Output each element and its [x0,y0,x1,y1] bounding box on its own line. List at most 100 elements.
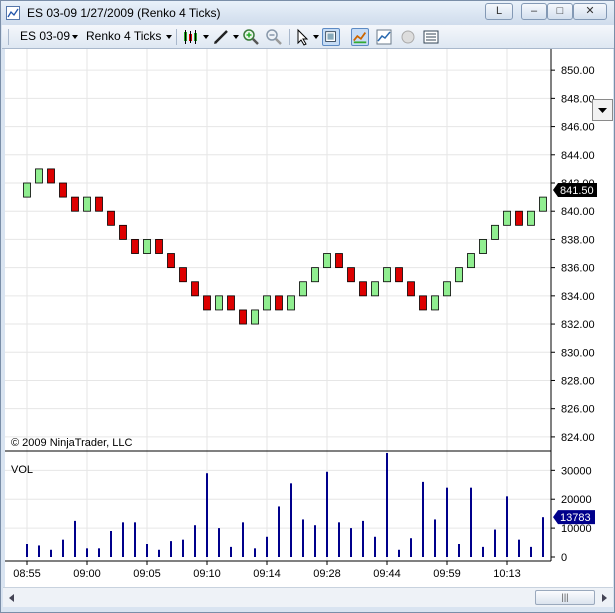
renko-brick-up [299,281,307,297]
renko-brick-down [359,281,367,297]
instrument-selector[interactable]: ES 03-09 [20,29,70,43]
indicators-icon[interactable] [351,28,369,46]
volume-bar [290,483,292,557]
title-bar[interactable]: ES 03-09 1/27/2009 (Renko 4 Ticks) L – □… [1,1,614,25]
volume-bar [398,549,400,557]
scroll-right-icon[interactable] [597,591,611,605]
scroll-left-icon[interactable] [5,591,19,605]
renko-brick-down [47,168,55,184]
volume-bar [194,525,196,557]
instrument-dropdown-icon[interactable] [72,35,78,39]
volume-bar [206,473,208,557]
renko-bricks [23,168,547,325]
renko-brick-down [155,239,163,254]
renko-brick-up [383,267,391,283]
volume-bar [230,546,232,557]
volume-bar [494,529,496,557]
price-tick-label: 830.00 [561,347,595,359]
horizontal-scrollbar[interactable]: ||| [3,587,613,607]
zoom-out-icon[interactable] [265,28,283,46]
chart-style-dropdown-icon[interactable] [203,35,209,39]
volume-bar [266,536,268,557]
chart-style-icon[interactable] [182,28,200,46]
chart-toolbar: ES 03-09 Renko 4 Ticks [2,25,614,49]
maximize-button[interactable]: □ [547,3,573,20]
time-tick-label: 09:10 [193,568,221,580]
chart-trader-icon[interactable] [422,28,440,46]
volume-bar [446,487,448,557]
time-tick-label: 08:55 [13,568,41,580]
renko-brick-down [239,309,247,325]
renko-brick-up [251,309,259,325]
price-tick-label: 832.00 [561,319,595,331]
volume-tick-label: 30000 [561,465,592,477]
volume-bar [350,528,352,557]
price-tick-label: 824.00 [561,432,595,444]
volume-bar [170,541,172,557]
chevron-down-icon [598,108,607,113]
strategies-icon[interactable] [375,28,393,46]
price-tick-label: 848.00 [561,93,595,105]
link-button[interactable]: L [485,3,513,20]
renko-brick-up [143,239,151,254]
volume-bars [26,453,544,557]
last-volume-marker: 13783 [553,510,595,525]
renko-brick-down [407,281,415,297]
renko-brick-up [431,295,439,311]
volume-bar [134,522,136,557]
window-title: ES 03-09 1/27/2009 (Renko 4 Ticks) [27,6,221,20]
scroll-thumb[interactable]: ||| [535,590,595,605]
data-box-icon[interactable] [322,28,340,46]
volume-bar [410,538,412,557]
renko-brick-down [71,196,79,212]
cursor-dropdown-icon[interactable] [313,35,319,39]
volume-bar [470,487,472,557]
renko-brick-up [23,182,31,198]
renko-brick-up [263,295,271,311]
toolbar-separator [176,29,177,45]
volume-bar [122,522,124,557]
drawing-tool-icon[interactable] [212,28,230,46]
volume-panel-label: VOL [11,464,33,476]
volume-tick-label: 10000 [561,523,592,535]
volume-bar [278,506,280,557]
renko-brick-up [83,196,91,212]
time-tick-label: 10:13 [493,568,521,580]
period-dropdown-icon[interactable] [166,35,172,39]
close-button[interactable]: ✕ [573,3,607,20]
volume-bar [254,548,256,557]
volume-bar [542,517,544,557]
volume-bar [110,531,112,557]
renko-brick-up [371,281,379,297]
time-tick-label: 09:59 [433,568,461,580]
renko-brick-down [191,281,199,297]
price-tick-label: 838.00 [561,234,595,246]
chart-canvas[interactable]: 850.00848.00846.00844.00842.00840.00838.… [5,49,613,587]
renko-brick-up [287,295,295,311]
volume-bar [26,544,28,557]
price-tick-label: 846.00 [561,122,595,134]
toolbar-grip [8,29,9,45]
volume-bar [146,544,148,557]
volume-bar [50,549,52,557]
volume-bar [434,519,436,557]
renko-brick-down [335,253,343,269]
zoom-in-icon[interactable] [242,28,260,46]
drawing-tool-dropdown-icon[interactable] [233,35,239,39]
period-selector[interactable]: Renko 4 Ticks [86,29,161,43]
renko-brick-down [395,267,403,283]
renko-brick-up [35,168,43,184]
cursor-icon[interactable] [294,28,312,46]
chart-area[interactable]: 850.00848.00846.00844.00842.00840.00838.… [5,49,613,587]
chart-menu-button[interactable] [592,99,613,121]
minimize-button[interactable]: – [521,3,547,20]
volume-bar [98,548,100,557]
properties-icon[interactable] [399,28,417,46]
volume-bar [62,539,64,557]
last-price-marker: 841.50 [553,183,597,198]
renko-brick-up [455,267,463,283]
copyright-text: © 2009 NinjaTrader, LLC [11,437,132,449]
app-chart-icon [6,6,20,20]
renko-brick-down [179,267,187,283]
renko-brick-up [539,196,547,212]
